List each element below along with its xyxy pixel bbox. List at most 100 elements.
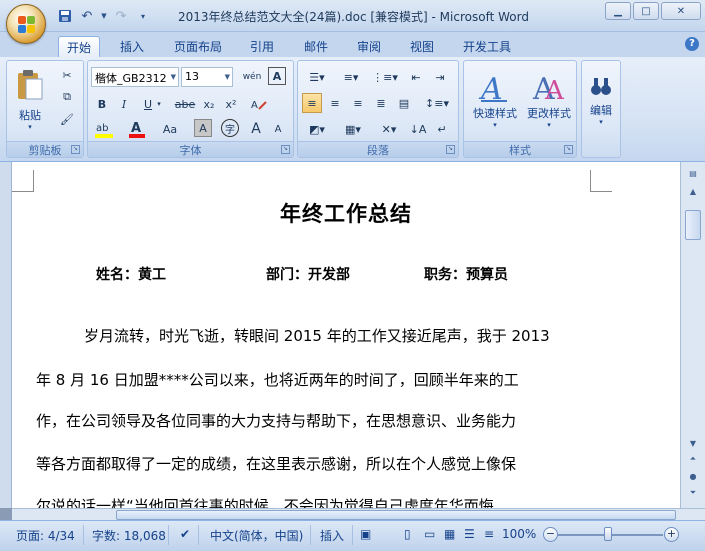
outline-view-icon[interactable]: ☰ [464, 527, 475, 541]
document-area: 年终工作总结 姓名：黄工 部门：开发部 职务：预算员 岁月流转，时光飞逝，转眼间… [0, 162, 705, 520]
clear-format-icon[interactable]: A [248, 94, 270, 114]
change-styles-button[interactable]: AA 更改样式 ▾ [522, 63, 576, 137]
full-screen-reading-icon[interactable]: ▭ [424, 527, 435, 541]
proofing-icon[interactable]: ✔ [180, 527, 190, 541]
vertical-scrollbar[interactable]: ▤ ▲ ▼ ⏶ ● ⏷ [680, 162, 705, 508]
cut-icon[interactable]: ✂ [57, 65, 77, 85]
minimize-icon[interactable]: ▁ [605, 2, 631, 20]
enclose-char-button[interactable]: 字 [221, 119, 239, 137]
numbering-icon[interactable]: ≡▾ [336, 67, 366, 87]
chevron-down-icon: ▾ [28, 123, 32, 131]
font-color-button[interactable]: A [126, 119, 148, 139]
shrink-font-button[interactable]: A [268, 119, 288, 139]
font-dialog-launcher[interactable]: ↘ [281, 145, 290, 154]
draft-view-icon[interactable]: ≡ [484, 527, 494, 541]
align-right-icon[interactable]: ≡ [348, 93, 368, 113]
strikethrough-button[interactable]: abe [173, 94, 197, 114]
multilevel-list-icon[interactable]: ⋮≡▾ [370, 67, 400, 87]
tab-review[interactable]: 审阅 [349, 36, 389, 57]
scroll-thumb[interactable] [685, 210, 701, 240]
ruler-toggle-icon[interactable]: ▤ [685, 166, 701, 180]
window-controls: ▁ □ ✕ [605, 2, 701, 20]
justify-icon[interactable]: ≣ [371, 93, 391, 113]
tab-mailings[interactable]: 邮件 [296, 36, 336, 57]
horizontal-scrollbar[interactable] [12, 508, 705, 520]
customize-icon[interactable]: ▾ [134, 7, 152, 25]
save-icon[interactable] [56, 7, 74, 25]
editing-label: 编辑 [590, 104, 612, 117]
scroll-down-icon[interactable]: ▼ [685, 436, 701, 450]
grow-font-button[interactable]: A [246, 119, 266, 139]
char-border-button[interactable]: A [268, 67, 286, 85]
styles-dialog-launcher[interactable]: ↘ [564, 145, 573, 154]
tab-insert[interactable]: 插入 [112, 36, 152, 57]
maximize-icon[interactable]: □ [633, 2, 659, 20]
paragraph-dialog-launcher[interactable]: ↘ [446, 145, 455, 154]
chinese-layout-icon[interactable]: ✕▾ [374, 119, 404, 139]
align-center-icon[interactable]: ≡ [325, 93, 345, 113]
copy-icon[interactable]: ⧉ [57, 87, 77, 107]
superscript-button[interactable]: x² [221, 94, 241, 114]
font-group-label: 字体 [88, 141, 293, 157]
page-count[interactable]: 页面: 4/34 [16, 527, 75, 544]
chevron-down-icon: ▼ [224, 73, 230, 81]
redo-icon[interactable]: ↷ [112, 7, 130, 25]
tab-page-layout[interactable]: 页面布局 [168, 36, 228, 57]
help-icon[interactable]: ? [685, 37, 699, 51]
paragraph-line: 作，在公司领导及各位同事的大力支持与帮助下，在思想意识、业务能力 [36, 412, 517, 430]
zoom-in-icon[interactable]: + [664, 527, 679, 542]
decrease-indent-icon[interactable]: ⇤ [406, 67, 426, 87]
subscript-button[interactable]: x₂ [199, 94, 219, 114]
quick-styles-button[interactable]: A 快速样式 ▾ [468, 63, 522, 137]
phonetic-guide-button[interactable]: wén [241, 67, 263, 87]
web-layout-icon[interactable]: ▦ [444, 527, 455, 541]
shading-icon[interactable]: ◩▾ [302, 119, 332, 139]
change-case-button[interactable]: Aa [158, 119, 182, 139]
insert-mode[interactable]: 插入 [320, 527, 344, 544]
language-indicator[interactable]: 中文(简体，中国) [210, 527, 303, 544]
next-page-icon[interactable]: ⏷ [685, 486, 701, 500]
undo-icon[interactable]: ↶ [78, 7, 96, 25]
close-icon[interactable]: ✕ [661, 2, 701, 20]
tab-view[interactable]: 视图 [402, 36, 442, 57]
horizontal-scroll-thumb[interactable] [116, 510, 676, 520]
scroll-up-icon[interactable]: ▲ [685, 184, 701, 198]
zoom-level[interactable]: 100% [502, 527, 536, 541]
previous-page-icon[interactable]: ⏶ [685, 452, 701, 466]
show-marks-icon[interactable]: ↵ [432, 119, 452, 139]
tab-home[interactable]: 开始 [58, 36, 100, 57]
font-name-select[interactable]: 楷体_GB2312 ▼ [91, 67, 179, 87]
macro-record-icon[interactable]: ▣ [360, 527, 371, 541]
char-shading-button[interactable]: A [194, 119, 212, 137]
bullets-icon[interactable]: ☰▾ [302, 67, 332, 87]
grow-font-label: A [251, 121, 261, 137]
paragraph-line: 尔说的话一样“当他回首往事的时候，不会因为觉得自己虚度年华而悔 [36, 497, 494, 508]
word-count[interactable]: 字数: 18,068 [92, 527, 166, 544]
dropdown-arrow-icon[interactable]: ▼ [100, 7, 108, 25]
line-spacing-icon[interactable]: ↕≡▾ [422, 93, 452, 113]
distributed-icon[interactable]: ▤ [394, 93, 414, 113]
align-left-icon[interactable]: ≡ [302, 93, 322, 113]
tab-references[interactable]: 引用 [242, 36, 282, 57]
zoom-out-icon[interactable]: − [543, 527, 558, 542]
clipboard-dialog-launcher[interactable]: ↘ [71, 145, 80, 154]
print-layout-view-icon[interactable]: ▯ [404, 527, 411, 541]
select-browse-object-icon[interactable]: ● [685, 469, 701, 483]
chevron-down-icon[interactable]: ▾ [154, 94, 164, 114]
zoom-slider-handle[interactable] [604, 527, 612, 541]
italic-button[interactable]: I [114, 94, 134, 114]
editing-button[interactable]: 编辑 ▾ [583, 63, 619, 137]
borders-icon[interactable]: ▦▾ [338, 119, 368, 139]
vertical-ruler [0, 162, 12, 508]
increase-indent-icon[interactable]: ⇥ [430, 67, 450, 87]
title-bar: ↶ ▼ ↷ ▾ 2013年终总结范文大全(24篇).doc [兼容模式] - M… [0, 0, 705, 32]
sort-icon[interactable]: ↓A [408, 119, 428, 139]
tab-developer[interactable]: 开发工具 [455, 36, 519, 57]
document-page[interactable]: 年终工作总结 姓名：黄工 部门：开发部 职务：预算员 岁月流转，时光飞逝，转眼间… [12, 162, 680, 508]
format-painter-icon[interactable]: 🖌 [57, 109, 77, 129]
office-button[interactable] [6, 4, 46, 44]
font-size-select[interactable]: 13 ▼ [181, 67, 233, 87]
highlight-color-button[interactable]: ab [92, 119, 118, 139]
paste-button[interactable]: 粘贴 ▾ [13, 65, 47, 135]
bold-button[interactable]: B [92, 94, 112, 114]
